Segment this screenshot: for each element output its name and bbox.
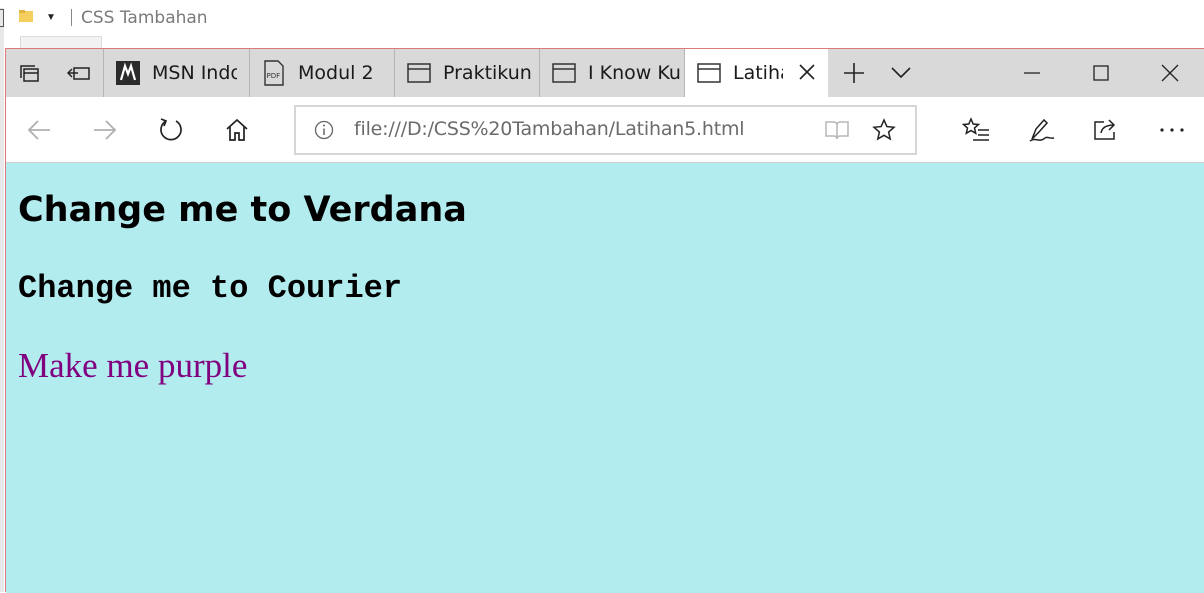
tab-i-know[interactable]: I Know Ku bbox=[540, 49, 685, 97]
refresh-icon bbox=[160, 118, 182, 141]
paragraph-purple: Make me purple bbox=[18, 346, 248, 385]
close-window-button[interactable] bbox=[1136, 49, 1204, 97]
info-icon[interactable] bbox=[314, 120, 334, 140]
refresh-button[interactable] bbox=[151, 110, 191, 150]
tabs-aside-icon bbox=[20, 65, 39, 82]
tab-latihan-active[interactable]: Latiha bbox=[685, 49, 828, 97]
favorites-button[interactable] bbox=[956, 110, 996, 150]
heading-verdana: Change me to Verdana bbox=[18, 190, 467, 230]
plus-icon bbox=[844, 63, 864, 83]
tab-label: Latiha bbox=[733, 62, 783, 84]
close-icon bbox=[1161, 64, 1179, 82]
pen-icon bbox=[1029, 118, 1055, 142]
forward-button[interactable] bbox=[85, 110, 125, 150]
reading-view-icon[interactable] bbox=[824, 119, 850, 141]
web-note-button[interactable] bbox=[1022, 110, 1062, 150]
explorer-title: CSS Tambahan bbox=[81, 8, 208, 28]
quick-access-dropdown-icon[interactable]: ▼ bbox=[46, 12, 56, 23]
more-button[interactable] bbox=[1152, 110, 1192, 150]
folder-icon bbox=[19, 10, 33, 22]
navigation-bar: file:///D:/CSS%20Tambahan/Latihan5.html bbox=[6, 97, 1204, 163]
tab-praktikum[interactable]: Praktikun bbox=[395, 49, 540, 97]
tab-label: Praktikun bbox=[443, 62, 532, 84]
pdf-icon: PDF bbox=[264, 60, 284, 86]
chevron-down-icon bbox=[891, 67, 911, 79]
favorites-list-icon bbox=[962, 117, 989, 141]
minimize-button[interactable] bbox=[998, 49, 1066, 97]
back-button[interactable] bbox=[19, 110, 59, 150]
page-icon bbox=[697, 63, 721, 83]
new-tab-button[interactable] bbox=[831, 49, 877, 97]
close-tab-icon[interactable] bbox=[798, 63, 816, 81]
browser-window: MSN Indo PDF Modul 2 Praktikun I Know Ku bbox=[5, 48, 1204, 593]
tab-label: Modul 2 bbox=[298, 62, 374, 84]
explorer-edge bbox=[0, 8, 4, 592]
tab-label: I Know Ku bbox=[588, 62, 680, 84]
address-bar[interactable]: file:///D:/CSS%20Tambahan/Latihan5.html bbox=[294, 105, 917, 155]
msn-icon bbox=[116, 61, 140, 85]
tab-preview-button[interactable] bbox=[878, 49, 924, 97]
explorer-window-strip: ▼ CSS Tambahan bbox=[0, 0, 1204, 592]
page-icon bbox=[552, 63, 576, 83]
home-icon bbox=[226, 118, 248, 141]
tab-modul-2[interactable]: PDF Modul 2 bbox=[250, 49, 395, 97]
star-icon[interactable] bbox=[872, 118, 896, 142]
tab-bar: MSN Indo PDF Modul 2 Praktikun I Know Ku bbox=[6, 49, 1204, 97]
page-content: Change me to Verdana Change me to Courie… bbox=[6, 164, 1204, 593]
forward-arrow-icon bbox=[94, 120, 117, 140]
minimize-icon bbox=[1024, 72, 1040, 74]
url-text[interactable]: file:///D:/CSS%20Tambahan/Latihan5.html bbox=[354, 118, 745, 140]
share-icon bbox=[1094, 119, 1116, 140]
show-tabs-button[interactable] bbox=[56, 49, 102, 97]
heading-courier: Change me to Courier bbox=[18, 270, 403, 307]
show-tabs-icon bbox=[67, 67, 90, 80]
share-button[interactable] bbox=[1086, 110, 1126, 150]
maximize-button[interactable] bbox=[1067, 49, 1135, 97]
home-button[interactable] bbox=[217, 110, 257, 150]
tabs-aside-button[interactable] bbox=[6, 49, 52, 97]
tab-label: MSN Indo bbox=[152, 62, 237, 84]
back-arrow-icon bbox=[27, 120, 50, 140]
quick-access-bracket bbox=[0, 9, 4, 27]
maximize-icon bbox=[1093, 65, 1109, 81]
svg-text:PDF: PDF bbox=[267, 72, 281, 80]
more-icon bbox=[1160, 128, 1184, 132]
title-separator bbox=[71, 9, 72, 26]
page-icon bbox=[407, 63, 431, 83]
tab-msn[interactable]: MSN Indo bbox=[103, 49, 250, 97]
